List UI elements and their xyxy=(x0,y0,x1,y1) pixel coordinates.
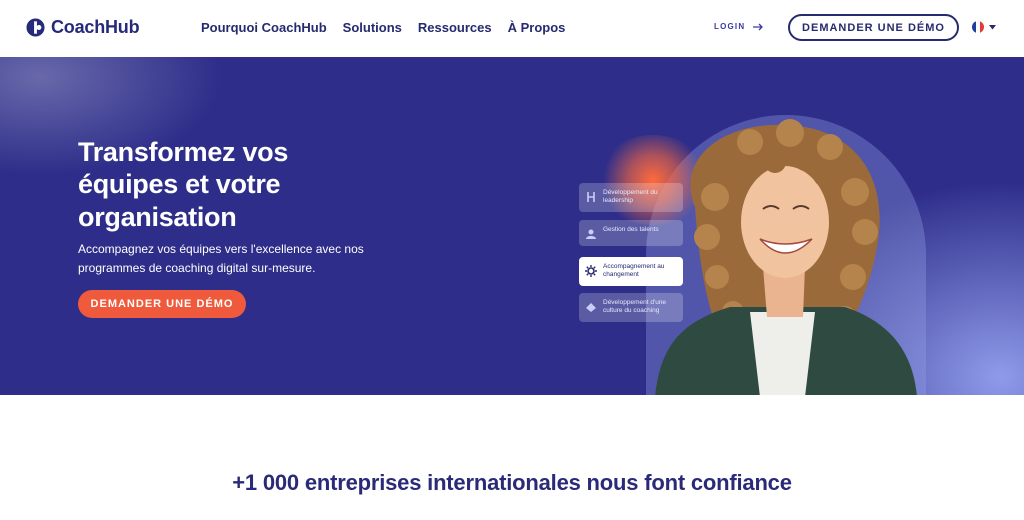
logo-text: CoachHub xyxy=(51,17,140,37)
hero-title: Transformez vos équipes et votre organis… xyxy=(78,137,289,232)
nav-item-a-propos[interactable]: À Propos xyxy=(508,20,566,35)
coachhub-logo-icon xyxy=(26,18,45,37)
login-link[interactable]: LOGIN xyxy=(714,22,764,31)
arrow-right-icon xyxy=(753,23,764,30)
nav-item-ressources[interactable]: Ressources xyxy=(418,20,492,35)
talent-icon xyxy=(586,229,596,239)
header-demo-button[interactable]: DEMANDER UNE DÉMO xyxy=(788,14,959,41)
feature-card-change[interactable]: Accompagnement au changement xyxy=(579,257,683,286)
feature-card-culture[interactable]: Développement d'une culture du coaching xyxy=(579,293,683,322)
chevron-down-icon xyxy=(989,24,996,29)
feature-card-label: Développement du leadership xyxy=(603,189,658,205)
trust-heading: +1 000 entreprises internationales nous … xyxy=(232,470,792,495)
feature-card-label: Gestion des talents xyxy=(603,226,659,233)
language-selector[interactable] xyxy=(972,21,996,33)
flag-fr-icon xyxy=(972,21,984,33)
main-nav: Pourquoi CoachHub Solutions Ressources À… xyxy=(201,20,565,35)
nav-item-pourquoi[interactable]: Pourquoi CoachHub xyxy=(201,20,327,35)
hero-section: Transformez vos équipes et votre organis… xyxy=(0,57,1024,395)
feature-card-label: Accompagnement au changement xyxy=(603,263,665,279)
feature-card-talents[interactable]: Gestion des talents xyxy=(579,220,683,246)
login-label: LOGIN xyxy=(714,22,746,31)
site-header: CoachHub Pourquoi CoachHub Solutions Res… xyxy=(0,0,1024,56)
hero-demo-button[interactable]: DEMANDER UNE DÉMO xyxy=(78,290,246,318)
culture-icon xyxy=(586,303,596,312)
nav-item-solutions[interactable]: Solutions xyxy=(343,20,402,35)
coachhub-logo[interactable]: CoachHub xyxy=(26,17,140,38)
feature-card-label: Développement d'une culture du coaching xyxy=(603,299,667,315)
hero-subtitle: Accompagnez vos équipes vers l'excellenc… xyxy=(78,242,364,276)
leadership-icon xyxy=(587,192,595,202)
change-icon xyxy=(585,265,597,277)
feature-card-leadership[interactable]: Développement du leadership xyxy=(579,183,683,212)
coach-portrait-image xyxy=(655,119,917,395)
